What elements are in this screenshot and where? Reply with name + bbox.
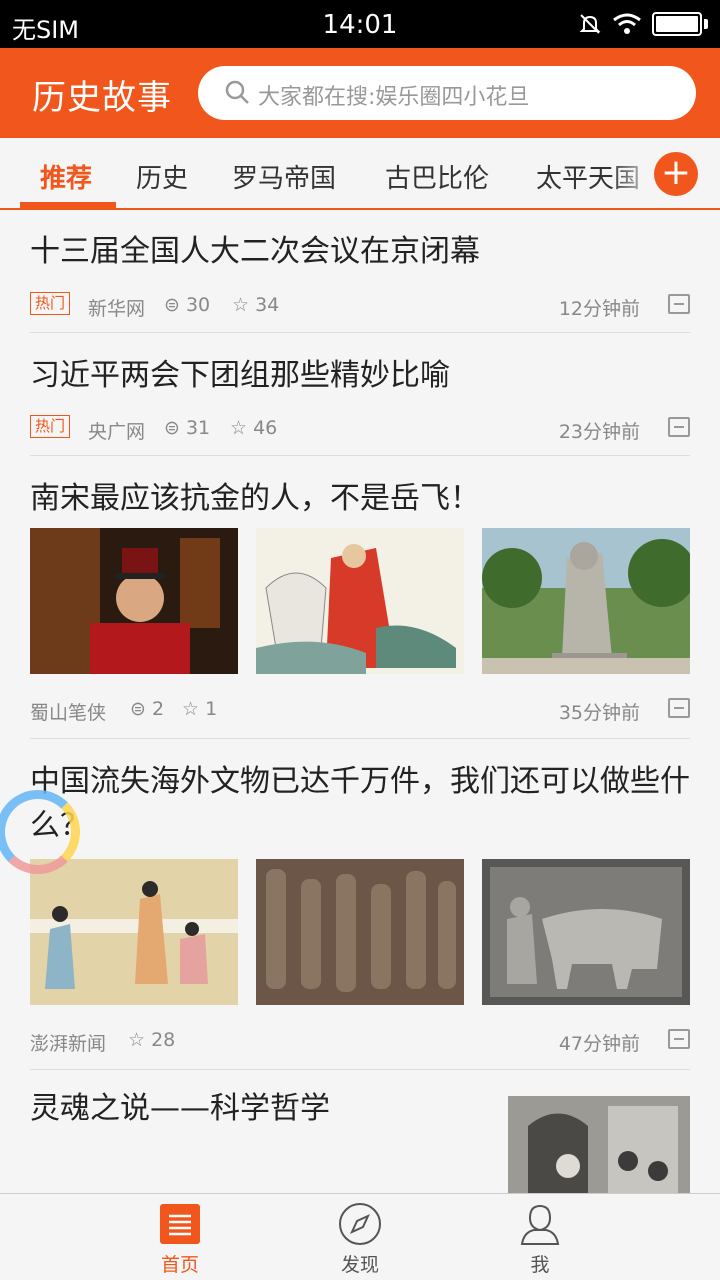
star-icon: ☆ — [232, 294, 250, 316]
wifi-icon — [613, 13, 641, 34]
time-label: 35分钟前 — [558, 702, 640, 724]
item-meta: 热门 央广网 ⊜ 31 ☆ 46 23分钟前 — [30, 413, 690, 443]
item-meta: 澎湃新闻 ☆ 28 47分钟前 — [30, 1025, 690, 1055]
app-header: 历史故事 大家都在搜:娱乐圈四小花旦 — [0, 48, 720, 138]
time-label: 47分钟前 — [558, 1033, 640, 1055]
comment-count: ⊜ 31 — [164, 417, 211, 439]
hot-tag: 热门 — [30, 415, 71, 438]
item-meta: 蜀山笔侠 ⊜ 2 ☆ 1 35分钟前 — [30, 694, 690, 724]
search-box[interactable]: 大家都在搜:娱乐圈四小花旦 — [198, 66, 696, 120]
dismiss-button[interactable] — [668, 417, 690, 437]
source-label: 蜀山笔侠 — [30, 702, 107, 724]
time-label: 23分钟前 — [558, 421, 640, 443]
item-title: 十三届全国人大二次会议在京闭幕 — [30, 234, 480, 269]
article-image — [482, 859, 690, 1005]
list-item[interactable]: 习近平两会下团组那些精妙比喻 — [30, 354, 690, 398]
star-icon: ☆ — [182, 698, 200, 720]
source-label: 澎湃新闻 — [30, 1033, 107, 1055]
dismiss-button[interactable] — [668, 698, 690, 718]
bell-muted-icon — [579, 14, 601, 34]
comment-count: ⊜ 30 — [164, 294, 211, 316]
star-count: ☆ 1 — [182, 698, 218, 720]
article-image — [256, 859, 464, 1005]
item-title: 南宋最应该抗金的人，不是岳飞！ — [30, 481, 480, 516]
item-meta: 热门 新华网 ⊜ 30 ☆ 34 12分钟前 — [30, 290, 690, 320]
star-count: ☆ 28 — [128, 1029, 176, 1051]
source-label: 央广网 — [88, 421, 146, 443]
article-image — [256, 528, 464, 674]
hot-tag: 热门 — [30, 292, 71, 315]
compass-icon — [339, 1203, 381, 1245]
list-item[interactable]: 中国流失海外文物已达千万件，我们还可以做些什么？ — [30, 760, 690, 848]
comment-icon: ⊜ — [164, 294, 180, 316]
nav-discover[interactable]: 发现 — [300, 1202, 420, 1277]
list-item[interactable]: 十三届全国人大二次会议在京闭幕 — [30, 230, 690, 274]
list-item[interactable]: 灵魂之说——科学哲学 — [30, 1087, 490, 1131]
item-title: 灵魂之说——科学哲学 — [30, 1091, 330, 1126]
home-list-icon — [160, 1204, 200, 1244]
item-title: 中国流失海外文物已达千万件，我们还可以做些什么？ — [30, 764, 690, 843]
tab-roman-empire[interactable]: 罗马帝国 — [232, 158, 336, 195]
tab-history[interactable]: 历史 — [136, 158, 188, 195]
news-feed: 十三届全国人大二次会议在京闭幕 热门 新华网 ⊜ 30 ☆ 34 12分钟前 习… — [0, 210, 720, 1193]
source-label: 新华网 — [88, 298, 146, 320]
floating-assistant-icon[interactable] — [0, 790, 80, 874]
comment-icon: ⊜ — [130, 698, 146, 720]
nav-home[interactable]: 首页 — [120, 1202, 240, 1277]
tab-babylon[interactable]: 古巴比伦 — [385, 158, 489, 195]
bottom-nav: 首页 发现 我 — [0, 1193, 720, 1280]
person-icon — [520, 1204, 560, 1245]
app-title: 历史故事 — [32, 78, 172, 118]
star-icon: ☆ — [230, 417, 248, 439]
comment-icon: ⊜ — [164, 417, 180, 439]
tab-recommend[interactable]: 推荐 — [40, 158, 92, 195]
article-image — [30, 859, 238, 1005]
nav-discover-label: 发现 — [340, 1254, 379, 1276]
search-icon — [225, 80, 249, 104]
star-count: ☆ 46 — [230, 417, 278, 439]
active-tab-indicator — [20, 202, 116, 208]
star-count: ☆ 34 — [232, 294, 280, 316]
article-image — [508, 1096, 690, 1193]
nav-home-label: 首页 — [160, 1254, 199, 1276]
dismiss-button[interactable] — [668, 294, 690, 314]
category-tabs: 推荐 历史 罗马帝国 古巴比伦 太平天国 + — [0, 138, 720, 210]
time-label: 12分钟前 — [558, 298, 640, 320]
add-category-button[interactable]: + — [654, 152, 698, 196]
nav-me[interactable]: 我 — [480, 1202, 600, 1277]
nav-me-label: 我 — [530, 1254, 550, 1276]
star-icon: ☆ — [128, 1029, 146, 1051]
battery-icon — [652, 12, 702, 36]
list-item[interactable]: 南宋最应该抗金的人，不是岳飞！ — [30, 477, 690, 521]
status-bar: 无SIM 14:01 — [0, 0, 720, 48]
article-image — [30, 528, 238, 674]
search-placeholder: 大家都在搜:娱乐圈四小花旦 — [258, 85, 530, 110]
article-image — [482, 528, 690, 674]
item-title: 习近平两会下团组那些精妙比喻 — [30, 358, 450, 393]
dismiss-button[interactable] — [668, 1029, 690, 1049]
comment-count: ⊜ 2 — [130, 698, 165, 720]
